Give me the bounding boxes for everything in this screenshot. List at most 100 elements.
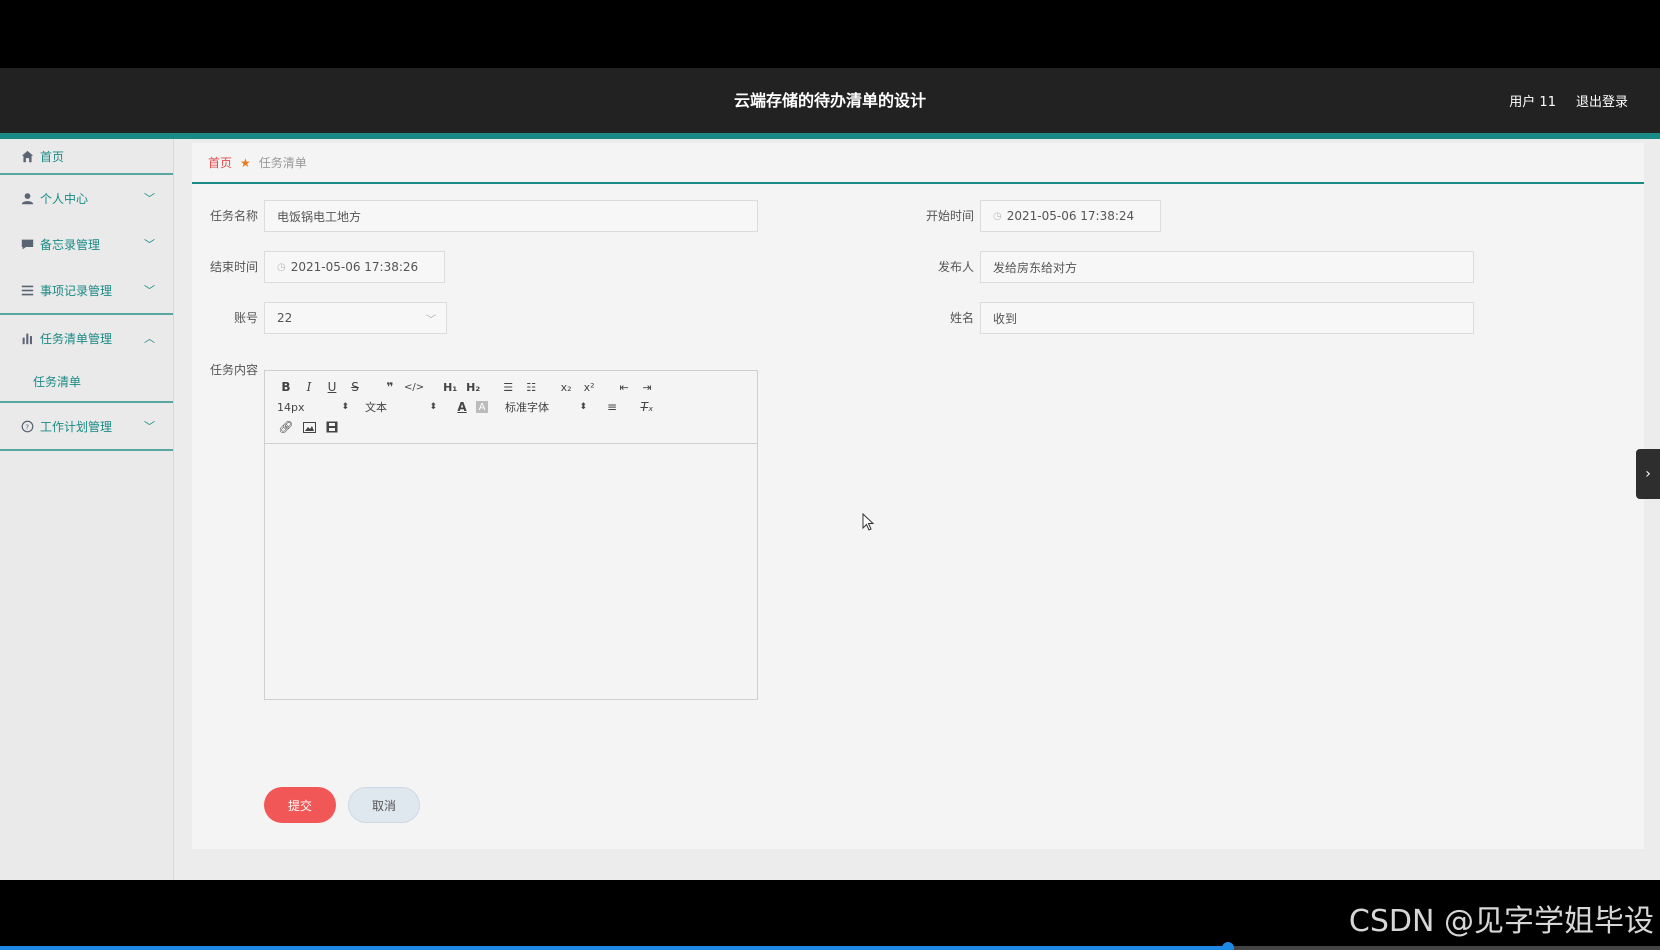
editor-toolbar: B I U S ❞ </> H₁ H₂ ☰ ☷ x₂ x² ⇤ ⇥ 14px ⬍… bbox=[265, 371, 757, 444]
end-time-picker[interactable]: ◷ 2021-05-06 17:38:26 bbox=[264, 251, 445, 283]
end-time-label: 结束时间 bbox=[209, 260, 258, 274]
breadcrumb-separator-icon: ★ bbox=[240, 155, 251, 170]
home-icon bbox=[20, 149, 34, 163]
sidebar-item-records[interactable]: 事项记录管理 ﹀ bbox=[0, 267, 173, 313]
toolbar-row: 🔗︎ bbox=[277, 418, 346, 436]
font-family-value: 标准字体 bbox=[505, 401, 549, 414]
sidebar-item-home[interactable]: 首页 bbox=[0, 139, 173, 173]
chevron-down-icon: ﹀ bbox=[144, 238, 155, 251]
app-title: 云端存储的待办清单的设计 bbox=[733, 91, 926, 110]
clear-format-icon[interactable]: T̶ₓ bbox=[638, 398, 656, 416]
video-progress-knob[interactable] bbox=[1222, 942, 1235, 950]
help-icon: ? bbox=[20, 419, 34, 433]
editor-content-area[interactable] bbox=[265, 445, 757, 699]
header-select[interactable]: 文本 ⬍ bbox=[365, 399, 437, 415]
sidebar-item-task-list-mgmt[interactable]: 任务清单管理 ︿ bbox=[0, 315, 173, 361]
start-time-picker[interactable]: ◷ 2021-05-06 17:38:24 bbox=[980, 200, 1161, 232]
sidebar: 首页 个人中心 ﹀ 备忘录管理 ﹀ 事项记录管理 ﹀ 任务清单管理 ︿ 任务清单 bbox=[0, 139, 174, 880]
start-time-value: 2021-05-06 17:38:24 bbox=[1006, 209, 1135, 223]
account-value: 22 bbox=[277, 311, 293, 325]
sidebar-item-label: 首页 bbox=[40, 149, 65, 164]
link-icon[interactable]: 🔗︎ bbox=[277, 418, 295, 436]
chevron-down-icon: ﹀ bbox=[144, 420, 155, 433]
chevron-up-icon: ︿ bbox=[144, 332, 155, 345]
task-name-value: 电饭锅电工地方 bbox=[277, 209, 362, 224]
account-select[interactable]: 22 ﹀ bbox=[264, 302, 447, 334]
header-actions: 用户 11 退出登录 bbox=[1509, 68, 1628, 133]
publisher-value: 发给房东给对方 bbox=[993, 260, 1078, 275]
rich-text-editor: B I U S ❞ </> H₁ H₂ ☰ ☷ x₂ x² ⇤ ⇥ 14px ⬍… bbox=[264, 370, 758, 700]
italic-icon[interactable]: I bbox=[300, 378, 318, 396]
end-time-value: 2021-05-06 17:38:26 bbox=[290, 260, 419, 274]
font-size-select[interactable]: 14px ⬍ bbox=[277, 401, 349, 414]
ordered-list-icon[interactable]: ☰ bbox=[499, 378, 517, 396]
toolbar-row: B I U S ❞ </> H₁ H₂ ☰ ☷ x₂ x² ⇤ ⇥ bbox=[277, 378, 661, 396]
image-icon[interactable] bbox=[300, 418, 318, 436]
sidebar-item-label: 个人中心 bbox=[40, 191, 89, 206]
outdent-icon[interactable]: ⇤ bbox=[615, 378, 633, 396]
code-icon[interactable]: </> bbox=[404, 378, 424, 396]
video-icon[interactable] bbox=[323, 418, 341, 436]
sidebar-item-label: 任务清单管理 bbox=[40, 331, 113, 346]
name-input[interactable]: 收到 bbox=[980, 302, 1474, 334]
select-arrows-icon: ⬍ bbox=[429, 402, 437, 412]
sidebar-subitem-label: 任务清单 bbox=[33, 374, 82, 389]
indent-icon[interactable]: ⇥ bbox=[638, 378, 656, 396]
bold-icon[interactable]: B bbox=[277, 378, 295, 396]
chevron-down-icon: ﹀ bbox=[144, 192, 155, 205]
sidebar-item-label: 备忘录管理 bbox=[40, 237, 101, 252]
sidebar-item-memo[interactable]: 备忘录管理 ﹀ bbox=[0, 221, 173, 267]
breadcrumb-home[interactable]: 首页 bbox=[208, 154, 232, 171]
underline-icon[interactable]: U bbox=[323, 378, 341, 396]
video-progress-fill bbox=[0, 946, 1229, 950]
font-color-icon[interactable]: A bbox=[453, 398, 471, 416]
heading2-icon[interactable]: H₂ bbox=[464, 378, 482, 396]
sidebar-subitem-task-list[interactable]: 任务清单 bbox=[0, 361, 173, 401]
start-time-label: 开始时间 bbox=[925, 209, 974, 223]
heading1-icon[interactable]: H₁ bbox=[441, 378, 459, 396]
screen: 云端存储的待办清单的设计 用户 11 退出登录 首页 个人中心 ﹀ 备忘录管理 … bbox=[0, 0, 1660, 950]
sidebar-item-label: 事项记录管理 bbox=[40, 283, 113, 298]
name-value: 收到 bbox=[993, 311, 1018, 326]
subscript-icon[interactable]: x₂ bbox=[557, 378, 575, 396]
user-label[interactable]: 用户 11 bbox=[1509, 91, 1556, 110]
name-label: 姓名 bbox=[949, 311, 974, 325]
publisher-label: 发布人 bbox=[937, 260, 974, 274]
align-icon[interactable]: ≡ bbox=[603, 398, 621, 416]
chevron-right-icon[interactable]: › bbox=[1636, 449, 1660, 499]
sidebar-item-label: 工作计划管理 bbox=[40, 419, 113, 434]
svg-text:?: ? bbox=[25, 422, 29, 431]
superscript-icon[interactable]: x² bbox=[580, 378, 598, 396]
strikethrough-icon[interactable]: S bbox=[346, 378, 364, 396]
content-label: 任务内容 bbox=[209, 363, 258, 377]
video-progress-bar[interactable] bbox=[0, 942, 1660, 950]
select-arrows-icon: ⬍ bbox=[341, 402, 349, 412]
publisher-input[interactable]: 发给房东给对方 bbox=[980, 251, 1474, 283]
clock-icon: ◷ bbox=[277, 261, 286, 273]
toolbar-row: 14px ⬍ 文本 ⬍ A A 标准字体 ⬍ ≡ T̶ₓ bbox=[277, 398, 661, 416]
sidebar-item-personal-center[interactable]: 个人中心 ﹀ bbox=[0, 175, 173, 221]
user-icon bbox=[20, 191, 34, 205]
chevron-down-icon: ﹀ bbox=[144, 284, 155, 297]
sidebar-item-work-plan[interactable]: ? 工作计划管理 ﹀ bbox=[0, 403, 173, 449]
font-size-value: 14px bbox=[277, 400, 305, 414]
submit-button[interactable]: 提交 bbox=[264, 787, 336, 823]
main-content: 首页 ★ 任务清单 任务名称 电饭锅电工地方 开始时间 ◷ 2021-05-06… bbox=[174, 139, 1660, 880]
background-color-icon[interactable]: A bbox=[476, 401, 488, 413]
account-label: 账号 bbox=[233, 311, 258, 325]
breadcrumb-current: 任务清单 bbox=[258, 156, 307, 170]
select-arrows-icon: ⬍ bbox=[579, 402, 587, 412]
app-header: 云端存储的待办清单的设计 用户 11 退出登录 bbox=[0, 68, 1660, 133]
bullet-list-icon[interactable]: ☷ bbox=[522, 378, 540, 396]
task-name-input[interactable]: 电饭锅电工地方 bbox=[264, 200, 758, 232]
watermark: CSDN @见字学姐毕设 bbox=[1348, 904, 1654, 939]
breadcrumb: 首页 ★ 任务清单 bbox=[192, 143, 1644, 184]
clock-icon: ◷ bbox=[993, 210, 1002, 222]
font-family-select[interactable]: 标准字体 ⬍ bbox=[505, 399, 587, 415]
form-panel: 首页 ★ 任务清单 任务名称 电饭锅电工地方 开始时间 ◷ 2021-05-06… bbox=[192, 143, 1644, 849]
logout-button[interactable]: 退出登录 bbox=[1576, 91, 1628, 110]
sidebar-divider bbox=[0, 449, 173, 451]
text-type-value: 文本 bbox=[365, 401, 387, 414]
blockquote-icon[interactable]: ❞ bbox=[381, 378, 399, 396]
cancel-button[interactable]: 取消 bbox=[348, 787, 420, 823]
